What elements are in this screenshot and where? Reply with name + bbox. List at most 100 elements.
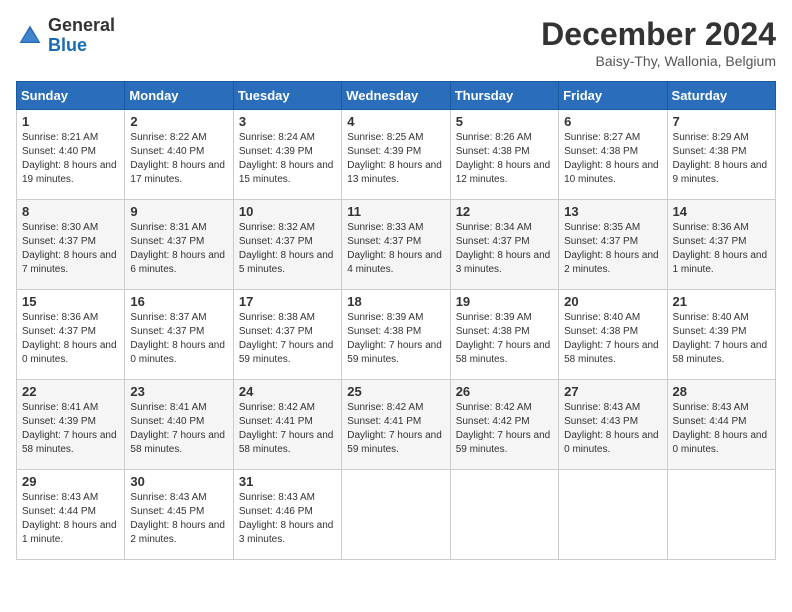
- calendar-day-cell: 21 Sunrise: 8:40 AMSunset: 4:39 PMDaylig…: [667, 290, 775, 380]
- calendar-week-row: 1 Sunrise: 8:21 AMSunset: 4:40 PMDayligh…: [17, 110, 776, 200]
- day-number: 15: [22, 294, 119, 309]
- calendar-day-cell: 11 Sunrise: 8:33 AMSunset: 4:37 PMDaylig…: [342, 200, 450, 290]
- day-of-week-header: Wednesday: [342, 82, 450, 110]
- day-number: 22: [22, 384, 119, 399]
- day-number: 8: [22, 204, 119, 219]
- day-number: 30: [130, 474, 227, 489]
- calendar-week-row: 15 Sunrise: 8:36 AMSunset: 4:37 PMDaylig…: [17, 290, 776, 380]
- day-info: Sunrise: 8:37 AMSunset: 4:37 PMDaylight:…: [130, 311, 227, 367]
- day-info: Sunrise: 8:31 AMSunset: 4:37 PMDaylight:…: [130, 221, 227, 277]
- calendar-day-cell: [559, 470, 667, 560]
- day-info: Sunrise: 8:24 AMSunset: 4:39 PMDaylight:…: [239, 131, 336, 187]
- day-number: 20: [564, 294, 661, 309]
- day-number: 6: [564, 114, 661, 129]
- calendar-day-cell: 25 Sunrise: 8:42 AMSunset: 4:41 PMDaylig…: [342, 380, 450, 470]
- day-info: Sunrise: 8:41 AMSunset: 4:40 PMDaylight:…: [130, 401, 227, 457]
- calendar-day-cell: 16 Sunrise: 8:37 AMSunset: 4:37 PMDaylig…: [125, 290, 233, 380]
- calendar-day-cell: 8 Sunrise: 8:30 AMSunset: 4:37 PMDayligh…: [17, 200, 125, 290]
- day-number: 27: [564, 384, 661, 399]
- day-number: 9: [130, 204, 227, 219]
- day-info: Sunrise: 8:42 AMSunset: 4:41 PMDaylight:…: [239, 401, 336, 457]
- day-number: 11: [347, 204, 444, 219]
- calendar-day-cell: 24 Sunrise: 8:42 AMSunset: 4:41 PMDaylig…: [233, 380, 341, 470]
- day-number: 10: [239, 204, 336, 219]
- calendar-day-cell: 7 Sunrise: 8:29 AMSunset: 4:38 PMDayligh…: [667, 110, 775, 200]
- day-number: 19: [456, 294, 553, 309]
- day-number: 26: [456, 384, 553, 399]
- day-info: Sunrise: 8:30 AMSunset: 4:37 PMDaylight:…: [22, 221, 119, 277]
- day-number: 1: [22, 114, 119, 129]
- day-of-week-header: Saturday: [667, 82, 775, 110]
- calendar-day-cell: 9 Sunrise: 8:31 AMSunset: 4:37 PMDayligh…: [125, 200, 233, 290]
- day-info: Sunrise: 8:26 AMSunset: 4:38 PMDaylight:…: [456, 131, 553, 187]
- day-number: 17: [239, 294, 336, 309]
- calendar-day-cell: 28 Sunrise: 8:43 AMSunset: 4:44 PMDaylig…: [667, 380, 775, 470]
- calendar-week-row: 22 Sunrise: 8:41 AMSunset: 4:39 PMDaylig…: [17, 380, 776, 470]
- day-of-week-header: Friday: [559, 82, 667, 110]
- day-info: Sunrise: 8:38 AMSunset: 4:37 PMDaylight:…: [239, 311, 336, 367]
- day-of-week-header: Tuesday: [233, 82, 341, 110]
- day-info: Sunrise: 8:27 AMSunset: 4:38 PMDaylight:…: [564, 131, 661, 187]
- day-number: 13: [564, 204, 661, 219]
- calendar-day-cell: 23 Sunrise: 8:41 AMSunset: 4:40 PMDaylig…: [125, 380, 233, 470]
- day-number: 23: [130, 384, 227, 399]
- day-info: Sunrise: 8:39 AMSunset: 4:38 PMDaylight:…: [456, 311, 553, 367]
- day-info: Sunrise: 8:43 AMSunset: 4:44 PMDaylight:…: [22, 491, 119, 547]
- day-info: Sunrise: 8:40 AMSunset: 4:39 PMDaylight:…: [673, 311, 770, 367]
- location-subtitle: Baisy-Thy, Wallonia, Belgium: [541, 53, 776, 69]
- day-number: 25: [347, 384, 444, 399]
- calendar-day-cell: 3 Sunrise: 8:24 AMSunset: 4:39 PMDayligh…: [233, 110, 341, 200]
- title-block: December 2024 Baisy-Thy, Wallonia, Belgi…: [541, 16, 776, 69]
- day-number: 21: [673, 294, 770, 309]
- calendar-day-cell: 14 Sunrise: 8:36 AMSunset: 4:37 PMDaylig…: [667, 200, 775, 290]
- calendar-day-cell: 2 Sunrise: 8:22 AMSunset: 4:40 PMDayligh…: [125, 110, 233, 200]
- day-info: Sunrise: 8:43 AMSunset: 4:45 PMDaylight:…: [130, 491, 227, 547]
- calendar-day-cell: [450, 470, 558, 560]
- day-info: Sunrise: 8:42 AMSunset: 4:41 PMDaylight:…: [347, 401, 444, 457]
- day-of-week-header: Thursday: [450, 82, 558, 110]
- day-info: Sunrise: 8:29 AMSunset: 4:38 PMDaylight:…: [673, 131, 770, 187]
- day-info: Sunrise: 8:40 AMSunset: 4:38 PMDaylight:…: [564, 311, 661, 367]
- day-info: Sunrise: 8:32 AMSunset: 4:37 PMDaylight:…: [239, 221, 336, 277]
- calendar-day-cell: 5 Sunrise: 8:26 AMSunset: 4:38 PMDayligh…: [450, 110, 558, 200]
- calendar-day-cell: 6 Sunrise: 8:27 AMSunset: 4:38 PMDayligh…: [559, 110, 667, 200]
- calendar-week-row: 8 Sunrise: 8:30 AMSunset: 4:37 PMDayligh…: [17, 200, 776, 290]
- calendar-day-cell: 12 Sunrise: 8:34 AMSunset: 4:37 PMDaylig…: [450, 200, 558, 290]
- day-number: 24: [239, 384, 336, 399]
- day-number: 16: [130, 294, 227, 309]
- logo-text: General Blue: [48, 16, 115, 56]
- day-number: 2: [130, 114, 227, 129]
- day-number: 12: [456, 204, 553, 219]
- day-info: Sunrise: 8:39 AMSunset: 4:38 PMDaylight:…: [347, 311, 444, 367]
- calendar-day-cell: 27 Sunrise: 8:43 AMSunset: 4:43 PMDaylig…: [559, 380, 667, 470]
- calendar-day-cell: 31 Sunrise: 8:43 AMSunset: 4:46 PMDaylig…: [233, 470, 341, 560]
- day-number: 18: [347, 294, 444, 309]
- logo-icon: [16, 22, 44, 50]
- calendar-day-cell: 20 Sunrise: 8:40 AMSunset: 4:38 PMDaylig…: [559, 290, 667, 380]
- calendar-day-cell: 30 Sunrise: 8:43 AMSunset: 4:45 PMDaylig…: [125, 470, 233, 560]
- day-info: Sunrise: 8:22 AMSunset: 4:40 PMDaylight:…: [130, 131, 227, 187]
- calendar-day-cell: 17 Sunrise: 8:38 AMSunset: 4:37 PMDaylig…: [233, 290, 341, 380]
- calendar-day-cell: 1 Sunrise: 8:21 AMSunset: 4:40 PMDayligh…: [17, 110, 125, 200]
- day-number: 5: [456, 114, 553, 129]
- day-info: Sunrise: 8:42 AMSunset: 4:42 PMDaylight:…: [456, 401, 553, 457]
- day-number: 29: [22, 474, 119, 489]
- logo: General Blue: [16, 16, 115, 56]
- calendar-day-cell: 4 Sunrise: 8:25 AMSunset: 4:39 PMDayligh…: [342, 110, 450, 200]
- day-number: 7: [673, 114, 770, 129]
- day-info: Sunrise: 8:34 AMSunset: 4:37 PMDaylight:…: [456, 221, 553, 277]
- day-info: Sunrise: 8:35 AMSunset: 4:37 PMDaylight:…: [564, 221, 661, 277]
- calendar-day-cell: 13 Sunrise: 8:35 AMSunset: 4:37 PMDaylig…: [559, 200, 667, 290]
- day-number: 14: [673, 204, 770, 219]
- day-of-week-header: Monday: [125, 82, 233, 110]
- day-info: Sunrise: 8:43 AMSunset: 4:46 PMDaylight:…: [239, 491, 336, 547]
- day-info: Sunrise: 8:33 AMSunset: 4:37 PMDaylight:…: [347, 221, 444, 277]
- day-number: 31: [239, 474, 336, 489]
- day-info: Sunrise: 8:41 AMSunset: 4:39 PMDaylight:…: [22, 401, 119, 457]
- calendar-day-cell: 18 Sunrise: 8:39 AMSunset: 4:38 PMDaylig…: [342, 290, 450, 380]
- calendar-day-cell: [667, 470, 775, 560]
- page-header: General Blue December 2024 Baisy-Thy, Wa…: [16, 16, 776, 69]
- day-info: Sunrise: 8:36 AMSunset: 4:37 PMDaylight:…: [22, 311, 119, 367]
- day-info: Sunrise: 8:43 AMSunset: 4:44 PMDaylight:…: [673, 401, 770, 457]
- calendar-day-cell: 26 Sunrise: 8:42 AMSunset: 4:42 PMDaylig…: [450, 380, 558, 470]
